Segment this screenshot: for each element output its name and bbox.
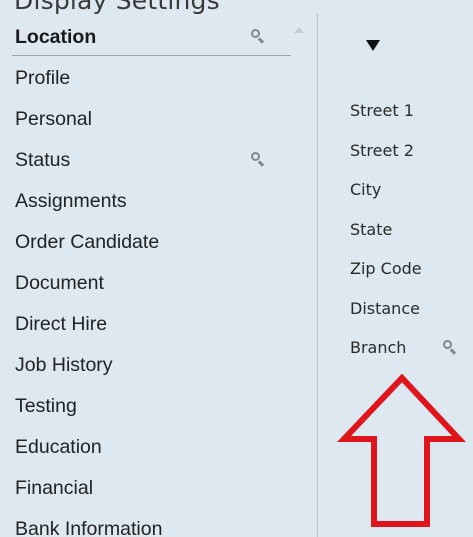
category-label: Assignments bbox=[15, 190, 127, 212]
field-item-branch[interactable]: Branch bbox=[318, 335, 473, 375]
category-item-profile[interactable]: Profile bbox=[0, 61, 294, 102]
search-icon[interactable] bbox=[251, 152, 265, 167]
category-item-education[interactable]: Education bbox=[0, 430, 294, 471]
category-item-testing[interactable]: Testing bbox=[0, 389, 294, 430]
field-item-state[interactable]: State bbox=[318, 217, 473, 257]
field-item-zip-code[interactable]: Zip Code bbox=[318, 256, 473, 296]
category-label: Personal bbox=[15, 108, 92, 130]
category-item-direct-hire[interactable]: Direct Hire bbox=[0, 307, 294, 348]
category-label: Location bbox=[15, 26, 97, 48]
category-pane: Location Profile Personal Status Assignm… bbox=[0, 0, 317, 537]
field-item-street-2[interactable]: Street 2 bbox=[318, 138, 473, 178]
category-label: Profile bbox=[15, 67, 71, 89]
search-icon[interactable] bbox=[251, 29, 265, 44]
category-label: Job History bbox=[15, 354, 113, 376]
category-label: Bank Information bbox=[15, 518, 163, 537]
category-label: Testing bbox=[15, 395, 77, 417]
category-label: Education bbox=[15, 436, 102, 458]
field-label: State bbox=[350, 219, 393, 239]
field-item-street-1[interactable]: Street 1 bbox=[318, 98, 473, 138]
display-settings-panel: Display Settings Location Profile Person… bbox=[0, 0, 473, 537]
scroll-up-arrow-icon[interactable] bbox=[294, 27, 304, 33]
filter-triangle-icon[interactable] bbox=[366, 40, 380, 51]
search-icon[interactable] bbox=[443, 340, 457, 355]
field-label: Zip Code bbox=[350, 259, 422, 278]
category-label: Document bbox=[15, 272, 104, 294]
category-item-personal[interactable]: Personal bbox=[0, 102, 294, 143]
category-item-financial[interactable]: Financial bbox=[0, 471, 294, 512]
category-label: Financial bbox=[15, 477, 94, 499]
field-label: Street 1 bbox=[350, 101, 414, 120]
category-item-job-history[interactable]: Job History bbox=[0, 348, 294, 389]
field-list: Street 1 Street 2 City State Zip Code Di… bbox=[318, 98, 473, 375]
category-label: Direct Hire bbox=[15, 313, 108, 335]
field-item-distance[interactable]: Distance bbox=[318, 296, 473, 336]
category-item-order-candidate[interactable]: Order Candidate bbox=[0, 225, 294, 266]
category-item-location[interactable]: Location bbox=[0, 20, 294, 61]
field-label: Street 2 bbox=[350, 140, 414, 160]
field-pane: Street 1 Street 2 City State Zip Code Di… bbox=[318, 0, 473, 537]
category-label: Order Candidate bbox=[15, 231, 160, 253]
field-label: Branch bbox=[350, 338, 407, 357]
category-list: Location Profile Personal Status Assignm… bbox=[0, 20, 294, 537]
category-item-assignments[interactable]: Assignments bbox=[0, 184, 294, 225]
category-label: Status bbox=[15, 149, 71, 171]
category-item-status[interactable]: Status bbox=[0, 143, 294, 184]
field-item-city[interactable]: City bbox=[318, 177, 473, 217]
category-item-bank-information[interactable]: Bank Information bbox=[0, 512, 294, 537]
field-label: Distance bbox=[350, 298, 420, 318]
field-label: City bbox=[350, 180, 382, 199]
category-item-document[interactable]: Document bbox=[0, 266, 294, 307]
